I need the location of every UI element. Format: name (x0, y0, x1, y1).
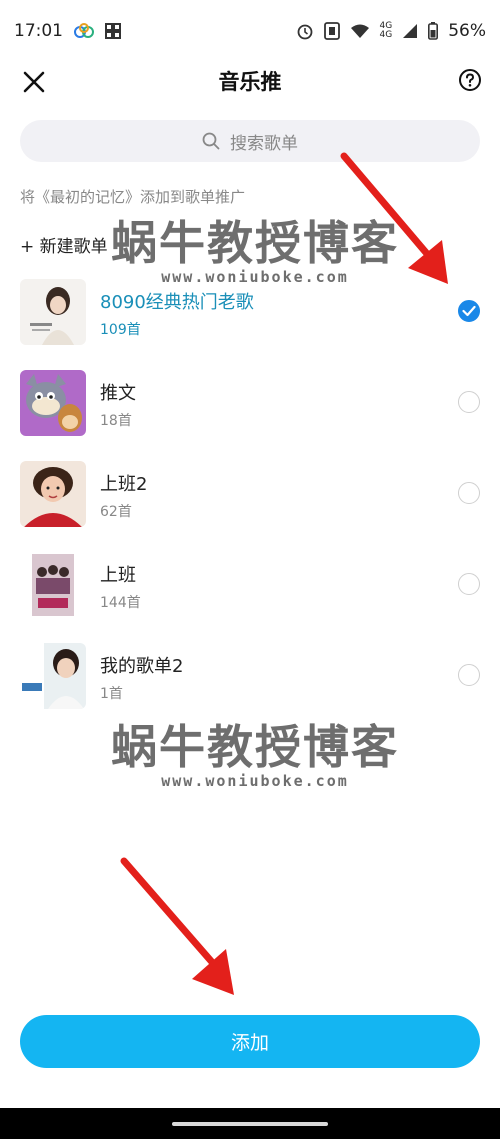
search-icon (202, 132, 220, 150)
select-radio[interactable] (458, 482, 480, 504)
add-button[interactable]: 添加 (20, 1015, 480, 1068)
nfc-icon (323, 22, 340, 40)
watermark-bottom: 蜗牛教授博客 www.woniuboke.com (110, 722, 400, 790)
playlist-cover (20, 552, 86, 618)
battery-icon (428, 22, 439, 40)
playlist-row-shangban[interactable]: 上班 144首 (0, 541, 500, 632)
status-right: 4G 4G 56% (296, 21, 486, 41)
header: 音乐推 (0, 62, 500, 102)
playlist-count: 109首 (100, 322, 141, 338)
playlist-row-wodegedan2[interactable]: 我的歌单2 1首 (0, 632, 500, 723)
select-radio[interactable] (458, 300, 480, 322)
playlist-cover (20, 279, 86, 345)
battery-percent: 56% (448, 21, 486, 41)
cloud-app-icon (73, 23, 95, 39)
select-radio[interactable] (458, 391, 480, 413)
playlist-row-shangban2[interactable]: 上班2 62首 (0, 450, 500, 541)
watermark-text: 蜗牛教授博客 (111, 720, 399, 774)
playlist-cover (20, 643, 86, 709)
arrow-annotation-icon (340, 152, 448, 284)
grid-app-icon (105, 23, 121, 39)
playlist-cover (20, 370, 86, 436)
search-placeholder: 搜索歌单 (230, 133, 298, 154)
playlist-name: 上班2 (100, 474, 148, 495)
alarm-icon (296, 22, 314, 40)
select-radio[interactable] (458, 664, 480, 686)
playlist-list: 8090经典热门老歌 109首 推文 18首 上班2 62首 上班 144首 我… (0, 268, 500, 723)
playlist-name: 我的歌单2 (100, 656, 184, 677)
navigation-bar (0, 1108, 500, 1139)
playlist-name: 8090经典热门老歌 (100, 292, 254, 313)
page-title: 音乐推 (218, 70, 282, 94)
status-time: 17:01 (14, 21, 63, 41)
new-playlist-button[interactable]: + 新建歌单 (20, 232, 108, 257)
signal-icon (402, 23, 418, 39)
watermark-url: www.woniuboke.com (161, 772, 349, 790)
select-radio[interactable] (458, 573, 480, 595)
help-icon (459, 69, 481, 91)
home-gesture-handle[interactable] (172, 1122, 328, 1126)
check-icon (462, 305, 476, 317)
playlist-name: 推文 (100, 383, 136, 404)
playlist-row-tuiwen[interactable]: 推文 18首 (0, 359, 500, 450)
status-bar: 17:01 4G 4G 56% (0, 0, 500, 62)
playlist-name: 上班 (100, 565, 136, 586)
help-button[interactable] (458, 68, 482, 92)
playlist-count: 62首 (100, 504, 132, 520)
arrow-annotation-icon (120, 857, 234, 995)
playlist-count: 18首 (100, 413, 132, 429)
wifi-icon (350, 23, 370, 39)
playlist-cover (20, 461, 86, 527)
network-type: 4G 4G (379, 21, 393, 40)
status-left: 17:01 (14, 21, 121, 41)
playlist-count: 1首 (100, 686, 123, 702)
playlist-count: 144首 (100, 595, 141, 611)
add-hint-text: 将《最初的记忆》添加到歌单推广 (20, 188, 246, 206)
